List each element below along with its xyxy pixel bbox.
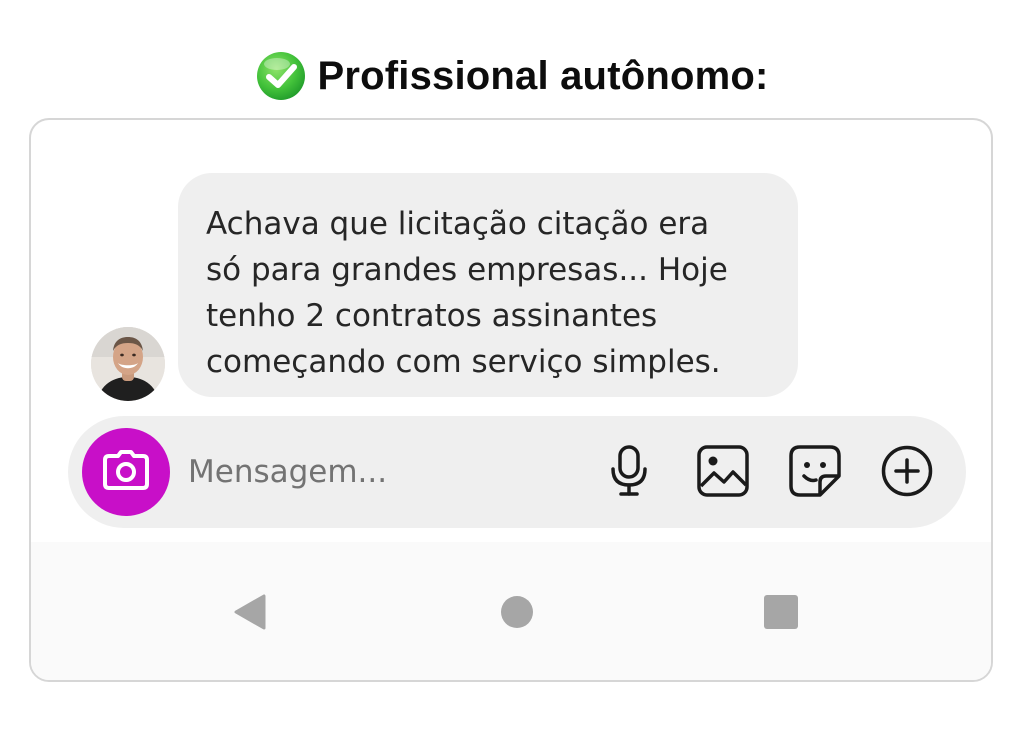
add-button[interactable] bbox=[880, 444, 934, 502]
recents-square-icon bbox=[763, 594, 799, 634]
sticker-button[interactable] bbox=[788, 444, 842, 502]
message-composer bbox=[68, 416, 966, 528]
back-triangle-icon bbox=[232, 592, 268, 636]
user-avatar[interactable] bbox=[91, 327, 165, 401]
nav-recents-button[interactable] bbox=[753, 586, 809, 642]
home-circle-icon bbox=[499, 594, 535, 634]
system-navigation-bar bbox=[31, 542, 991, 680]
heading: Profissional autônomo: bbox=[0, 44, 1024, 108]
chat-screen: Achava que licitação citação era só para… bbox=[29, 118, 993, 682]
message-input[interactable] bbox=[188, 446, 488, 498]
nav-back-button[interactable] bbox=[222, 586, 278, 642]
page-title: Profissional autônomo: bbox=[317, 53, 769, 98]
message-text: Achava que licitação citação era só para… bbox=[206, 206, 728, 380]
nav-home-button[interactable] bbox=[489, 586, 545, 642]
microphone-icon bbox=[607, 444, 651, 502]
message-bubble: Achava que licitação citação era só para… bbox=[178, 173, 798, 397]
camera-icon bbox=[103, 450, 149, 494]
plus-circle-icon bbox=[880, 444, 934, 502]
gallery-button[interactable] bbox=[696, 444, 750, 502]
gallery-icon bbox=[696, 444, 750, 502]
sticker-icon bbox=[788, 444, 842, 502]
microphone-button[interactable] bbox=[602, 444, 656, 502]
check-mark-icon bbox=[255, 50, 307, 102]
camera-button[interactable] bbox=[82, 428, 170, 516]
